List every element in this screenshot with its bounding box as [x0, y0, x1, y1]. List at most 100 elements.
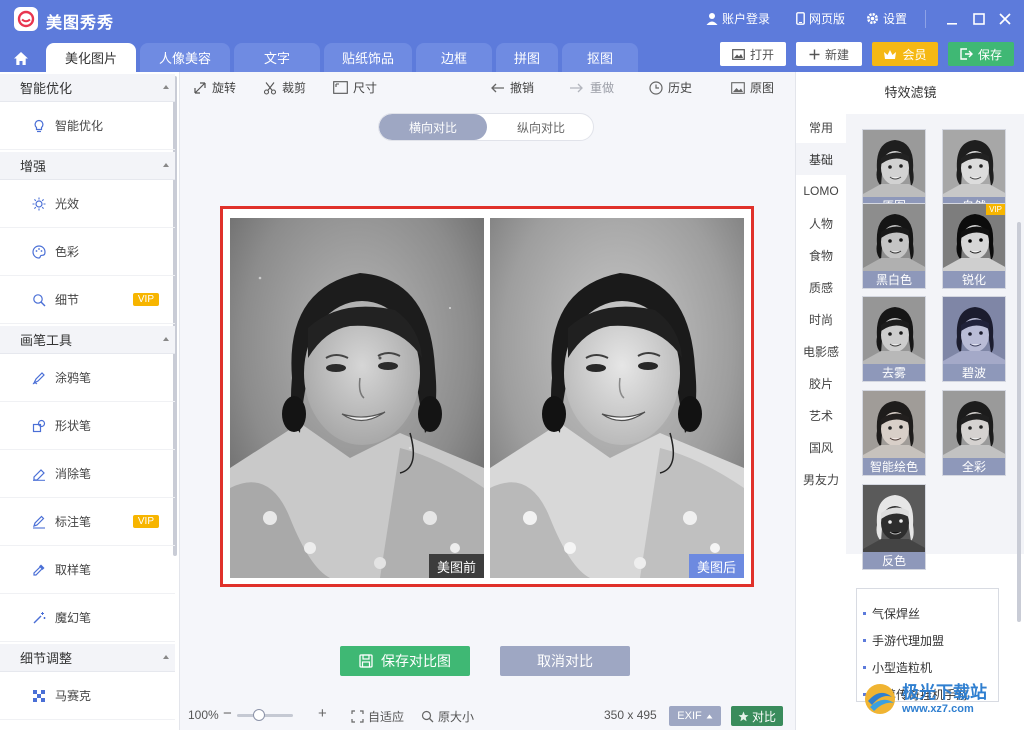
new-button[interactable]: 新建 — [796, 42, 862, 66]
maximize-button[interactable] — [969, 9, 989, 29]
tab-beautify[interactable]: 美化图片 — [46, 43, 136, 72]
tab-cutout[interactable]: 抠图 — [562, 43, 638, 72]
section-smart-optimize[interactable]: 智能优化 — [0, 74, 175, 102]
category-boyfriend[interactable]: 男友力 — [796, 463, 846, 495]
section-enhance[interactable]: 增强 — [0, 152, 175, 180]
category-food[interactable]: 食物 — [796, 239, 846, 271]
tab-collage[interactable]: 拼图 — [496, 43, 558, 72]
account-login-label: 账户登录 — [722, 12, 771, 26]
filter-panel-scrollbar[interactable] — [1017, 222, 1021, 622]
gear-icon — [867, 13, 878, 24]
redo-arrow-icon — [570, 83, 583, 92]
filter-thumb-dehaze[interactable]: 去雾 — [862, 296, 926, 382]
exif-button[interactable]: EXIF — [669, 706, 721, 726]
fit-screen-icon — [351, 710, 364, 723]
home-button[interactable] — [6, 44, 36, 72]
tool-sample-pen[interactable]: 取样笔 — [0, 546, 175, 594]
tool-marker-pen[interactable]: 标注笔 VIP — [0, 498, 175, 546]
redo-button[interactable]: 重做 — [569, 79, 614, 96]
settings-button[interactable]: 设置 — [866, 10, 907, 27]
category-lomo[interactable]: LOMO — [796, 175, 846, 207]
web-version-button[interactable]: 网页版 — [796, 10, 845, 27]
category-art[interactable]: 艺术 — [796, 399, 846, 431]
filter-thumb-sharpen[interactable]: VIP 锐化 — [942, 203, 1006, 289]
filter-thumb-blue-wave[interactable]: 碧波 — [942, 296, 1006, 382]
compare-toggle-button[interactable]: 对比 — [731, 706, 783, 726]
category-basic[interactable]: 基础 — [796, 143, 846, 175]
tool-eraser-pen[interactable]: 消除笔 — [0, 450, 175, 498]
redo-label: 重做 — [590, 81, 615, 95]
undo-button[interactable]: 撤销 — [489, 79, 534, 96]
tool-shape-pen[interactable]: 形状笔 — [0, 402, 175, 450]
tool-smart-optimize[interactable]: 智能优化 — [0, 102, 175, 150]
tool-magic-pen[interactable]: 魔幻笔 — [0, 594, 175, 642]
vertical-compare-tab[interactable]: 纵向对比 — [487, 114, 593, 140]
original-button[interactable]: 原图 — [731, 79, 774, 96]
history-button[interactable]: 历史 — [649, 79, 692, 96]
section-title: 增强 — [20, 159, 47, 174]
ad-link[interactable]: 手游代理加盟 — [863, 632, 944, 649]
tab-stickers[interactable]: 贴纸饰品 — [324, 43, 412, 72]
ad-link[interactable]: 小型造粒机 — [863, 659, 932, 676]
category-chinese-style[interactable]: 国风 — [796, 431, 846, 463]
app-title: 美图秀秀 — [46, 15, 115, 32]
filter-label: 反色 — [863, 552, 925, 569]
compare-label: 对比 — [751, 709, 776, 724]
close-button[interactable] — [995, 9, 1015, 29]
zoom-out-button[interactable]: − — [223, 705, 232, 722]
zoom-slider-handle[interactable] — [253, 709, 266, 721]
category-cinematic[interactable]: 电影感 — [796, 335, 846, 367]
horizontal-compare-tab[interactable]: 横向对比 — [379, 114, 487, 140]
title-bar: 美图秀秀 账户登录 网页版 设置 — [0, 0, 1024, 38]
cancel-compare-button[interactable]: 取消对比 — [500, 646, 630, 676]
resize-icon — [333, 81, 348, 94]
tool-light-effect[interactable]: 光效 — [0, 180, 175, 228]
category-common[interactable]: 常用 — [796, 111, 846, 143]
account-login-button[interactable]: 账户登录 — [706, 10, 770, 27]
collapse-caret-icon — [163, 655, 169, 659]
rotate-button[interactable]: 旋转 — [193, 79, 236, 96]
tool-label: 标注笔 — [55, 515, 92, 529]
cancel-compare-label: 取消对比 — [537, 653, 593, 669]
bullet-icon — [863, 612, 866, 615]
shape-pen-icon — [32, 419, 46, 432]
open-button[interactable]: 打开 — [720, 42, 786, 66]
tool-label: 光效 — [55, 197, 80, 211]
export-icon — [960, 48, 973, 60]
save-button[interactable]: 保存 — [948, 42, 1014, 66]
tab-text[interactable]: 文字 — [234, 43, 320, 72]
filter-thumb-full-color[interactable]: 全彩 — [942, 390, 1006, 476]
vip-button[interactable]: 会员 — [872, 42, 938, 66]
before-photo: 美图前 — [230, 218, 484, 578]
minimize-button[interactable] — [942, 9, 962, 29]
fit-label: 自适应 — [368, 710, 405, 724]
tab-border[interactable]: 边框 — [416, 43, 492, 72]
portrait-image-before — [230, 218, 484, 578]
tool-detail[interactable]: 细节 VIP — [0, 276, 175, 324]
zoom-in-button[interactable]: + — [318, 705, 327, 722]
save-compare-button[interactable]: 保存对比图 — [340, 646, 470, 676]
section-detail-adjust[interactable]: 细节调整 — [0, 644, 175, 672]
filter-thumb-smart-color[interactable]: 智能绘色 — [862, 390, 926, 476]
tool-mosaic[interactable]: 马赛克 — [0, 672, 175, 720]
category-fashion[interactable]: 时尚 — [796, 303, 846, 335]
fit-button[interactable]: 自适应 — [351, 708, 404, 725]
tab-portrait[interactable]: 人像美容 — [140, 43, 230, 72]
doodle-pen-icon — [32, 371, 45, 384]
sun-icon — [32, 197, 46, 210]
filter-thumb-black-white[interactable]: 黑白色 — [862, 203, 926, 289]
section-brush-tools[interactable]: 画笔工具 — [0, 326, 175, 354]
category-texture[interactable]: 质感 — [796, 271, 846, 303]
category-people[interactable]: 人物 — [796, 207, 846, 239]
section-title: 画笔工具 — [20, 333, 73, 348]
category-film[interactable]: 胶片 — [796, 367, 846, 399]
filter-thumb-invert[interactable]: 反色 — [862, 484, 926, 570]
zoom-slider[interactable] — [237, 709, 293, 721]
tool-color[interactable]: 色彩 — [0, 228, 175, 276]
size-button[interactable]: 尺寸 — [333, 79, 377, 96]
tool-doodle-pen[interactable]: 涂鸦笔 — [0, 354, 175, 402]
actual-size-button[interactable]: 原大小 — [421, 708, 474, 725]
watermark-url: www.xz7.com — [902, 702, 974, 715]
crop-button[interactable]: 裁剪 — [263, 79, 306, 96]
ad-link[interactable]: 气保焊丝 — [863, 605, 920, 622]
